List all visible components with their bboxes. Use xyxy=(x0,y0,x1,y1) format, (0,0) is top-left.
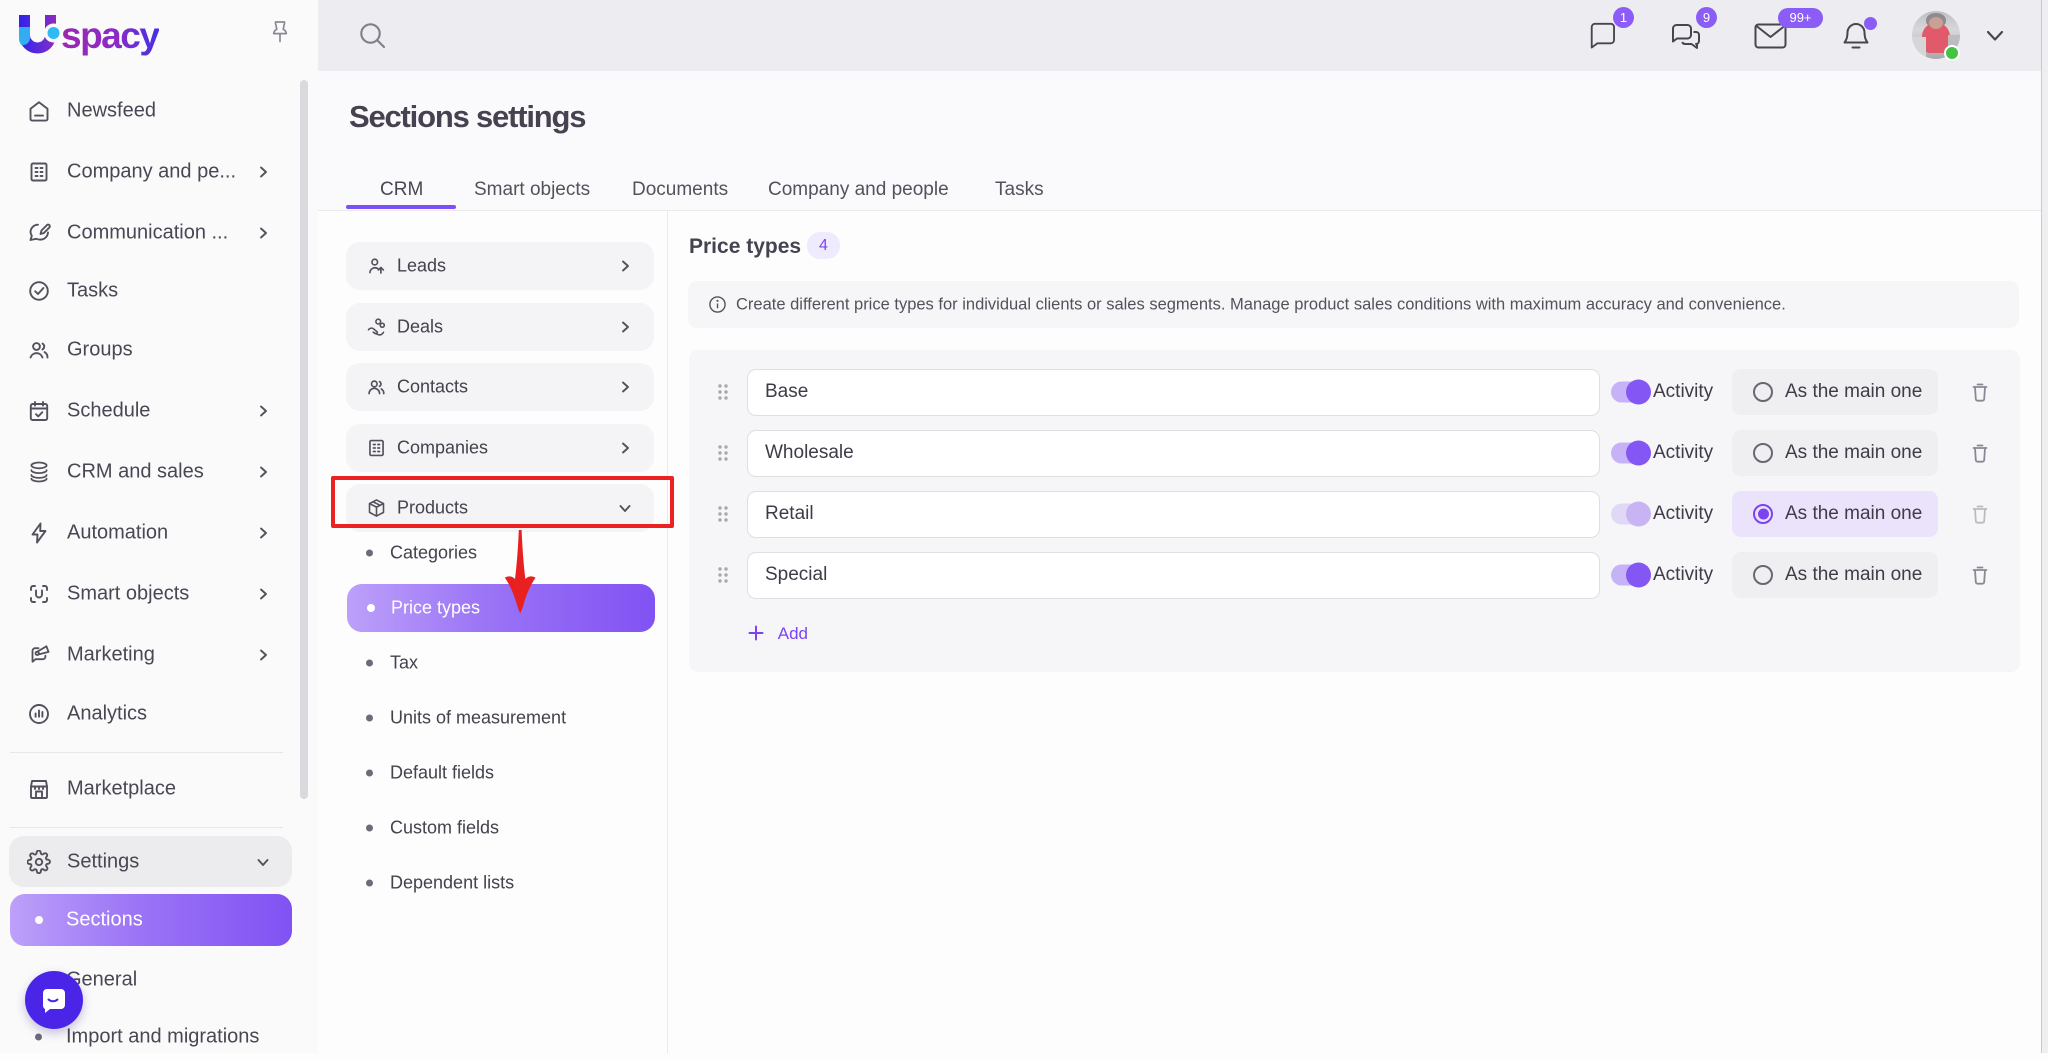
svg-text:spacy: spacy xyxy=(61,15,159,56)
